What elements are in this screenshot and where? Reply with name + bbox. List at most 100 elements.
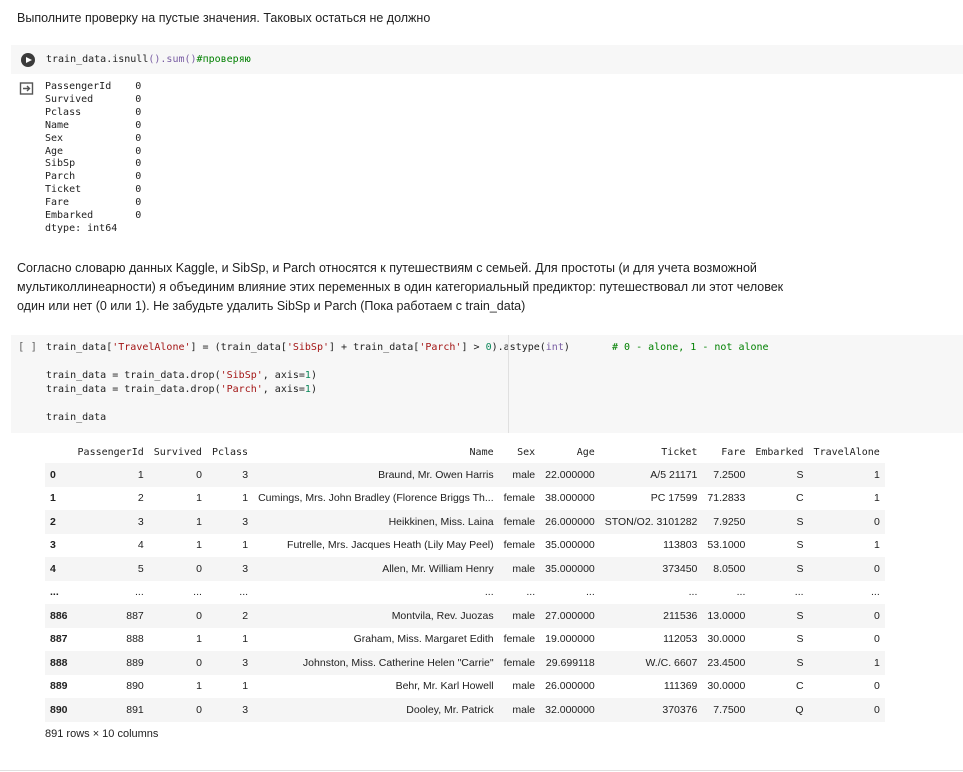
table-row: 887 888 1 1 Graham, Miss. Margaret Edith fema… <box>45 628 885 652</box>
table-cell: male <box>512 680 536 693</box>
table-cell: S <box>796 562 804 575</box>
table-cell: 0 <box>873 515 880 528</box>
table-cell: ... <box>736 586 746 599</box>
table-cell: 0 <box>873 562 880 575</box>
table-cell: 35.000000 <box>545 539 595 552</box>
table-cell: 0 <box>873 633 880 646</box>
markdown-cell-travel-alone: Согласно словарю данных Kaggle, и SibSp,… <box>17 261 784 313</box>
table-cell: Behr, Mr. Karl Howell <box>395 680 494 693</box>
table-cell: 0 <box>196 609 202 622</box>
table-cell: male <box>512 703 536 716</box>
table-cell: 1 <box>873 492 880 505</box>
table-cell: male <box>512 609 536 622</box>
table-cell: S <box>796 515 804 528</box>
table-cell: 3 <box>137 515 144 528</box>
output-line: Sex 0 <box>45 132 142 144</box>
table-cell: 7.9250 <box>713 515 746 528</box>
table-cell: 13.0000 <box>707 609 746 622</box>
table-cell: 1 <box>242 539 249 552</box>
code-editor[interactable]: train_data.isnull().sum()#проверяю <box>46 53 251 67</box>
dataframe-shape: 891 rows × 10 columns <box>45 728 159 740</box>
code-line: train_data = train_data.drop('SibSp', ax… <box>46 370 317 381</box>
table-cell: 8.0500 <box>713 562 746 575</box>
table-cell: 888 <box>126 633 144 646</box>
code-line: train_data['TravelAlone'] = (train_data[… <box>46 342 769 353</box>
row-index: 0 <box>50 468 56 481</box>
table-cell: ... <box>586 586 595 599</box>
table-cell: S <box>796 539 804 552</box>
table-cell: 4 <box>137 539 144 552</box>
table-cell: 27.000000 <box>545 609 595 622</box>
table-cell: 35.000000 <box>545 562 595 575</box>
table-cell: 889 <box>126 656 144 669</box>
table-row: 4 5 0 3 Allen, Mr. William Henry male 35.00000… <box>45 557 885 581</box>
table-cell: 1 <box>196 515 202 528</box>
table-cell: 53.1000 <box>707 539 746 552</box>
table-cell: ... <box>135 586 144 599</box>
row-index: 2 <box>50 515 56 528</box>
table-cell: 2 <box>137 492 144 505</box>
table-cell: 1 <box>873 656 880 669</box>
table-cell: ... <box>526 586 536 599</box>
table-cell: 30.0000 <box>707 633 746 646</box>
table-cell: ... <box>871 586 880 599</box>
code-line: train_data <box>46 412 107 423</box>
column-header: Fare <box>721 446 746 458</box>
output-line: Pclass 0 <box>45 106 142 118</box>
table-cell: Graham, Miss. Margaret Edith <box>353 633 494 646</box>
run-cell-button[interactable] <box>21 53 35 67</box>
table-row: 2 3 1 3 Heikkinen, Miss. Laina female 26.00000… <box>45 510 885 534</box>
output-line: Name 0 <box>45 119 142 131</box>
table-cell: Heikkinen, Miss. Laina <box>388 515 494 528</box>
table-row: 3 4 1 1 Futrelle, Mrs. Jacques Heath (Lily M… <box>45 534 885 558</box>
dataframe-table: PassengerId Survived Pclass Name Sex Age Ticke… <box>45 441 885 722</box>
code-cell-travel-alone[interactable]: [ ] train_data['TravelAlone'] = (train_d… <box>11 335 963 433</box>
table-cell: 29.699118 <box>545 656 595 669</box>
table-cell: 0 <box>873 703 880 716</box>
table-cell: 1 <box>196 492 202 505</box>
table-cell: 3 <box>242 515 249 528</box>
code-editor[interactable]: train_data['TravelAlone'] = (train_data[… <box>46 341 769 425</box>
table-cell: 373450 <box>662 562 698 575</box>
row-index: 886 <box>50 609 68 622</box>
table-cell: 1 <box>242 680 249 693</box>
row-index: 4 <box>50 562 56 575</box>
table-header-row: PassengerId Survived Pclass Name Sex Age Ticke… <box>45 441 885 463</box>
table-cell: 0 <box>196 703 202 716</box>
table-cell: 2 <box>242 609 249 622</box>
column-header: Survived <box>153 446 202 458</box>
execution-count[interactable]: [ ] <box>18 341 37 353</box>
table-cell: 26.000000 <box>545 680 595 693</box>
table-cell: 3 <box>242 703 249 716</box>
table-row: 890 891 0 3 Dooley, Mr. Patrick male 32.000000… <box>45 698 885 722</box>
table-cell: ... <box>794 586 804 599</box>
table-cell: Braund, Mr. Owen Harris <box>378 468 494 481</box>
table-cell: 22.000000 <box>545 468 595 481</box>
table-cell: Allen, Mr. William Henry <box>382 562 494 575</box>
column-header: Embarked <box>755 446 804 458</box>
row-index: 3 <box>50 539 56 552</box>
table-cell: 0 <box>196 562 202 575</box>
code-comment: #проверяю <box>196 54 251 65</box>
table-cell: C <box>795 680 804 693</box>
table-cell: 1 <box>873 468 880 481</box>
table-cell: 0 <box>873 609 880 622</box>
column-header: Age <box>576 446 595 458</box>
table-cell: 112053 <box>663 633 698 646</box>
table-cell: female <box>503 656 536 669</box>
table-cell: 370376 <box>662 703 698 716</box>
code-cell-isnull[interactable]: train_data.isnull().sum()#проверяю <box>11 45 963 74</box>
row-index: ... <box>50 586 59 599</box>
table-cell: 23.4500 <box>707 656 746 669</box>
table-cell: 30.0000 <box>707 680 746 693</box>
column-header: PassengerId <box>77 446 144 458</box>
markdown-cell-check-nulls: Выполните проверку на пустые значения. Т… <box>17 11 431 25</box>
table-cell: 0 <box>873 680 880 693</box>
output-line: Ticket 0 <box>45 184 142 196</box>
table-cell: S <box>796 633 804 646</box>
output-icon[interactable] <box>19 81 34 96</box>
output-line: Age 0 <box>45 145 142 157</box>
table-cell: male <box>512 468 536 481</box>
table-cell: 890 <box>126 680 144 693</box>
code-token: train_data.isnull <box>46 54 149 65</box>
